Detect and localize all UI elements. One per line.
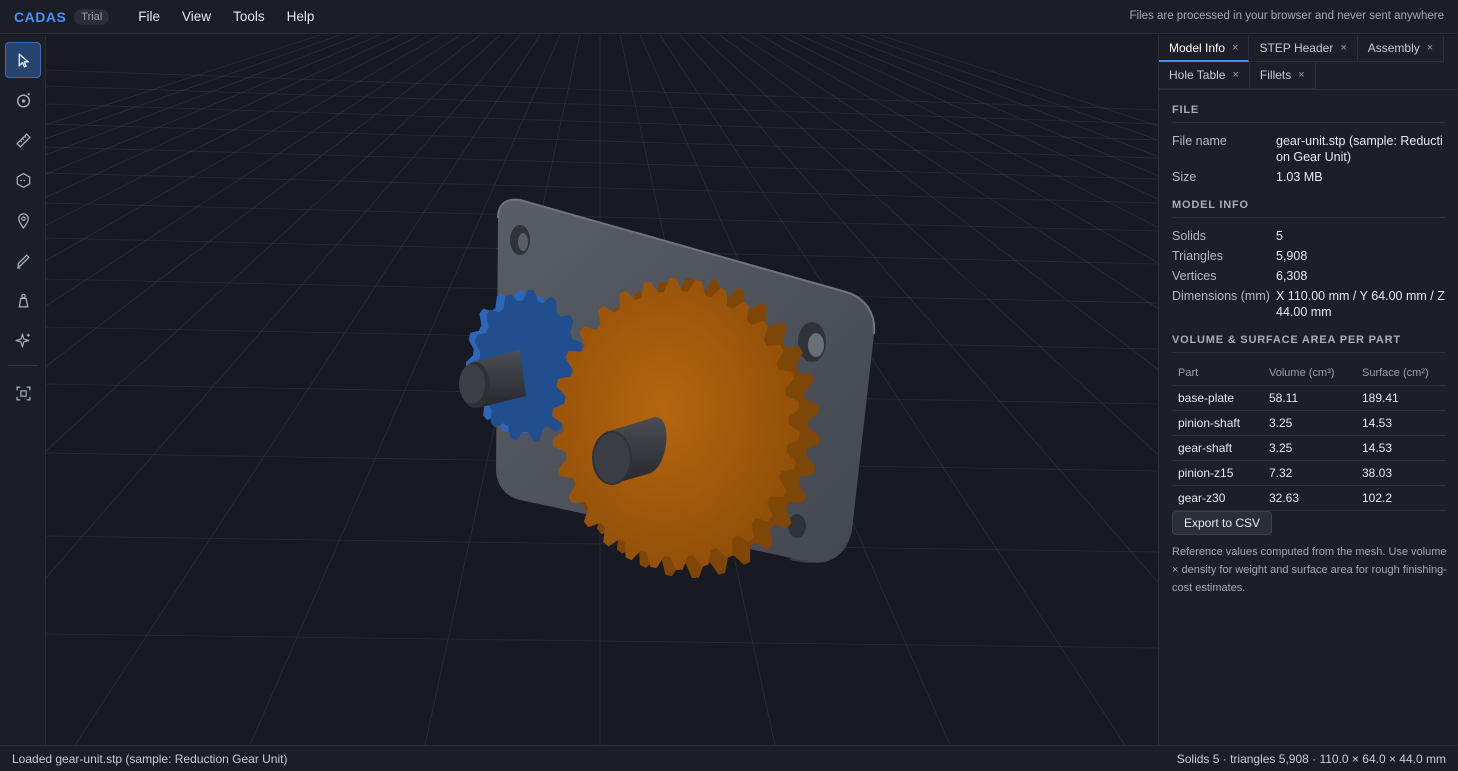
close-icon[interactable]: × <box>1232 42 1238 54</box>
file-name-row: File name gear-unit.stp (sample: Reducti… <box>1172 133 1445 165</box>
vertices-row: Vertices 6,308 <box>1172 268 1445 284</box>
part-surface: 14.53 <box>1356 435 1446 461</box>
part-surface: 102.2 <box>1356 485 1446 511</box>
tab-label: Assembly <box>1367 41 1420 55</box>
orbit-icon <box>16 92 30 108</box>
privacy-notice: Files are processed in your browser and … <box>1129 10 1445 22</box>
trial-badge: Trial <box>74 8 110 25</box>
side-panel: Model Info × STEP Header × Assembly × Hole … <box>1158 35 1458 745</box>
vertices-value: 6,308 <box>1276 269 1308 283</box>
tab-step-header[interactable]: STEP Header × <box>1249 35 1358 62</box>
table-row[interactable]: base-plate 58.11 189.41 <box>1172 385 1446 411</box>
tab-hole-table[interactable]: Hole Table × <box>1159 62 1250 89</box>
pin-tool-button[interactable] <box>5 202 41 238</box>
panel-tabs: Model Info × STEP Header × Assembly × Hole … <box>1159 35 1458 90</box>
tab-assembly[interactable]: Assembly × <box>1357 35 1445 62</box>
export-csv-button[interactable]: Export to CSV <box>1172 511 1273 535</box>
file-size-row: Size 1.03 MB <box>1172 169 1445 185</box>
part-name: pinion-shaft <box>1172 410 1263 436</box>
volume-section-title: VOLUME & SURFACE AREA PER PART <box>1172 334 1445 353</box>
column-header-surface: Surface (cm²) <box>1356 361 1446 386</box>
solids-label: Solids <box>1172 229 1207 243</box>
pin-icon <box>17 212 29 229</box>
close-icon[interactable]: × <box>1298 69 1304 81</box>
close-icon[interactable]: × <box>1232 69 1238 81</box>
part-volume: 7.32 <box>1263 460 1356 486</box>
toolbar-divider <box>8 365 38 366</box>
status-summary: Solids 5 · triangles 5,908 · 110.0 × 64.… <box>1176 752 1446 766</box>
top-bar: CADAS Trial File View Tools Help Files a… <box>0 0 1458 34</box>
part-name: pinion-z15 <box>1172 460 1263 486</box>
reference-note: Reference values computed from the mesh.… <box>1172 546 1447 594</box>
file-name-label: File name <box>1172 134 1227 148</box>
dimensions-value: X 110.00 mm / Y 64.00 mm / Z 44.00 mm <box>1276 289 1445 319</box>
orbit-tool-button[interactable] <box>5 82 41 118</box>
app-logo[interactable]: CADAS <box>14 9 66 25</box>
part-surface: 38.03 <box>1356 460 1446 486</box>
left-toolbar <box>0 35 46 745</box>
vertices-label: Vertices <box>1172 269 1217 283</box>
weight-icon <box>17 293 29 308</box>
file-name-value: gear-unit.stp (sample: Reduction Gear Un… <box>1276 134 1443 164</box>
part-name: gear-z30 <box>1172 485 1263 511</box>
table-row[interactable]: pinion-shaft 3.25 14.53 <box>1172 410 1446 436</box>
measure-tool-button[interactable] <box>5 122 41 158</box>
part-name: gear-shaft <box>1172 435 1263 461</box>
table-header-row: Part Volume (cm³) Surface (cm²) <box>1172 361 1446 386</box>
part-volume: 32.63 <box>1263 485 1356 511</box>
tab-label: Model Info <box>1169 40 1226 55</box>
tab-label: STEP Header <box>1259 41 1334 55</box>
select-tool-button[interactable] <box>5 42 41 78</box>
part-surface: 189.41 <box>1356 385 1446 411</box>
section-icon <box>16 172 30 188</box>
close-icon[interactable]: × <box>1340 42 1346 54</box>
column-header-volume: Volume (cm³) <box>1263 361 1356 386</box>
table-row[interactable]: pinion-z15 7.32 38.03 <box>1172 460 1446 486</box>
tab-label: Fillets <box>1259 68 1292 82</box>
triangles-value: 5,908 <box>1276 249 1308 263</box>
table-row[interactable]: gear-z30 32.63 102.2 <box>1172 485 1446 511</box>
solids-value: 5 <box>1276 229 1283 243</box>
fit-view-icon <box>15 385 31 401</box>
tab-label: Hole Table <box>1169 68 1226 82</box>
file-size-value: 1.03 MB <box>1276 170 1323 184</box>
fit-view-button[interactable] <box>5 375 41 411</box>
part-volume: 3.25 <box>1263 435 1356 461</box>
mass-tool-button[interactable] <box>5 282 41 318</box>
sparkle-icon <box>14 333 30 347</box>
edge-icon <box>16 253 30 269</box>
parts-table: Part Volume (cm³) Surface (cm²) base-pla… <box>1172 361 1446 511</box>
ai-tool-button[interactable] <box>5 322 41 358</box>
file-size-label: Size <box>1172 170 1197 184</box>
model-info-section-title: MODEL INFO <box>1172 199 1445 218</box>
measure-icon <box>15 132 31 148</box>
section-tool-button[interactable] <box>5 162 41 198</box>
status-message: Loaded gear-unit.stp (sample: Reduction … <box>12 752 288 766</box>
part-volume: 3.25 <box>1263 410 1356 436</box>
part-name: base-plate <box>1172 385 1263 411</box>
column-header-part: Part <box>1172 361 1263 386</box>
tab-fillets[interactable]: Fillets × <box>1249 62 1316 89</box>
select-icon <box>18 52 29 68</box>
close-icon[interactable]: × <box>1427 42 1433 54</box>
status-bar: Loaded gear-unit.stp (sample: Reduction … <box>0 745 1458 771</box>
tab-model-info[interactable]: Model Info × <box>1159 35 1250 62</box>
dimensions-label: Dimensions (mm) <box>1172 289 1270 303</box>
edge-tool-button[interactable] <box>5 242 41 278</box>
part-surface: 14.53 <box>1356 410 1446 436</box>
part-volume: 58.11 <box>1263 385 1356 411</box>
menu-help[interactable]: Help <box>276 9 326 24</box>
menu-file[interactable]: File <box>127 9 171 24</box>
triangles-label: Triangles <box>1172 249 1223 263</box>
menu-tools[interactable]: Tools <box>222 9 276 24</box>
dimensions-row: Dimensions (mm) X 110.00 mm / Y 64.00 mm… <box>1172 288 1445 320</box>
menu-bar: File View Tools Help <box>127 9 325 24</box>
file-section-title: FILE <box>1172 104 1445 123</box>
solids-row: Solids 5 <box>1172 228 1445 244</box>
3d-viewport[interactable] <box>46 35 1158 745</box>
triangles-row: Triangles 5,908 <box>1172 248 1445 264</box>
3d-scene <box>46 35 1158 745</box>
table-row[interactable]: gear-shaft 3.25 14.53 <box>1172 435 1446 461</box>
menu-view[interactable]: View <box>171 9 222 24</box>
